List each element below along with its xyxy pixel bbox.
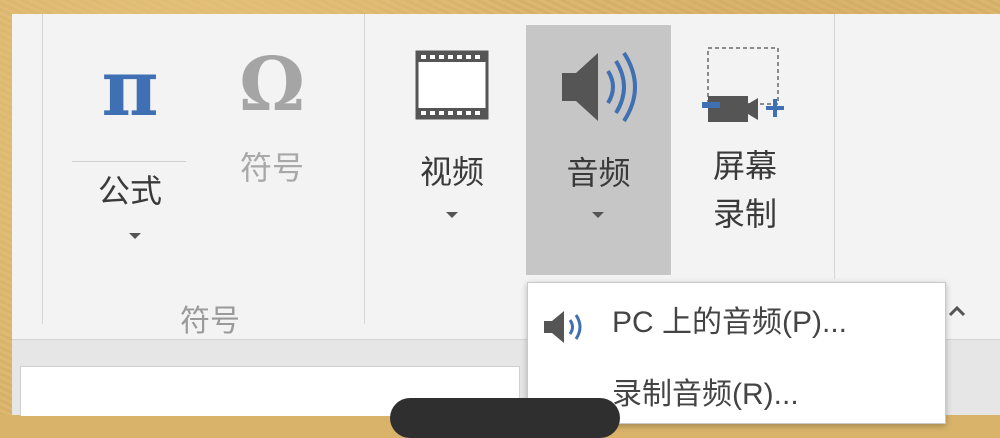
formula-button[interactable]: π 公式 <box>70 40 190 260</box>
group-label-symbol: 符号 <box>180 305 240 338</box>
audio-label: 音频 <box>566 155 631 191</box>
omega-icon: Ω <box>239 42 305 128</box>
menu-item-label: 录制音频(R)... <box>612 378 799 411</box>
menu-item-label: PC 上的音频(P)... <box>612 306 848 339</box>
ribbon-left-border <box>42 14 43 324</box>
screen-record-icon <box>702 47 784 122</box>
video-label: 视频 <box>419 154 484 190</box>
menu-item-audio-on-pc[interactable]: PC 上的音频(P)... <box>528 295 945 351</box>
speaker-icon <box>544 311 582 343</box>
screen-record-label-line1: 屏幕 <box>712 148 777 184</box>
screen-record-button[interactable]: 屏幕 录制 <box>690 38 800 248</box>
screen-record-label-line2: 录制 <box>712 196 777 232</box>
formula-label: 公式 <box>97 173 162 209</box>
chevron-down-icon[interactable] <box>592 212 604 218</box>
symbol-label: 符号 <box>239 150 304 186</box>
film-icon <box>415 50 489 120</box>
pi-icon: π <box>101 43 159 134</box>
speaker-icon <box>562 51 637 123</box>
group-separator <box>364 14 365 324</box>
floating-toolbar[interactable] <box>390 398 620 438</box>
video-button[interactable]: 视频 <box>387 30 517 240</box>
split-divider <box>72 161 186 162</box>
chevron-down-icon[interactable] <box>129 233 141 239</box>
audio-button[interactable]: 音频 <box>526 25 671 275</box>
group-separator <box>834 14 835 279</box>
chevron-up-icon[interactable] <box>946 300 968 322</box>
symbol-button[interactable]: Ω 符号 <box>213 40 331 210</box>
chevron-down-icon[interactable] <box>446 212 458 218</box>
